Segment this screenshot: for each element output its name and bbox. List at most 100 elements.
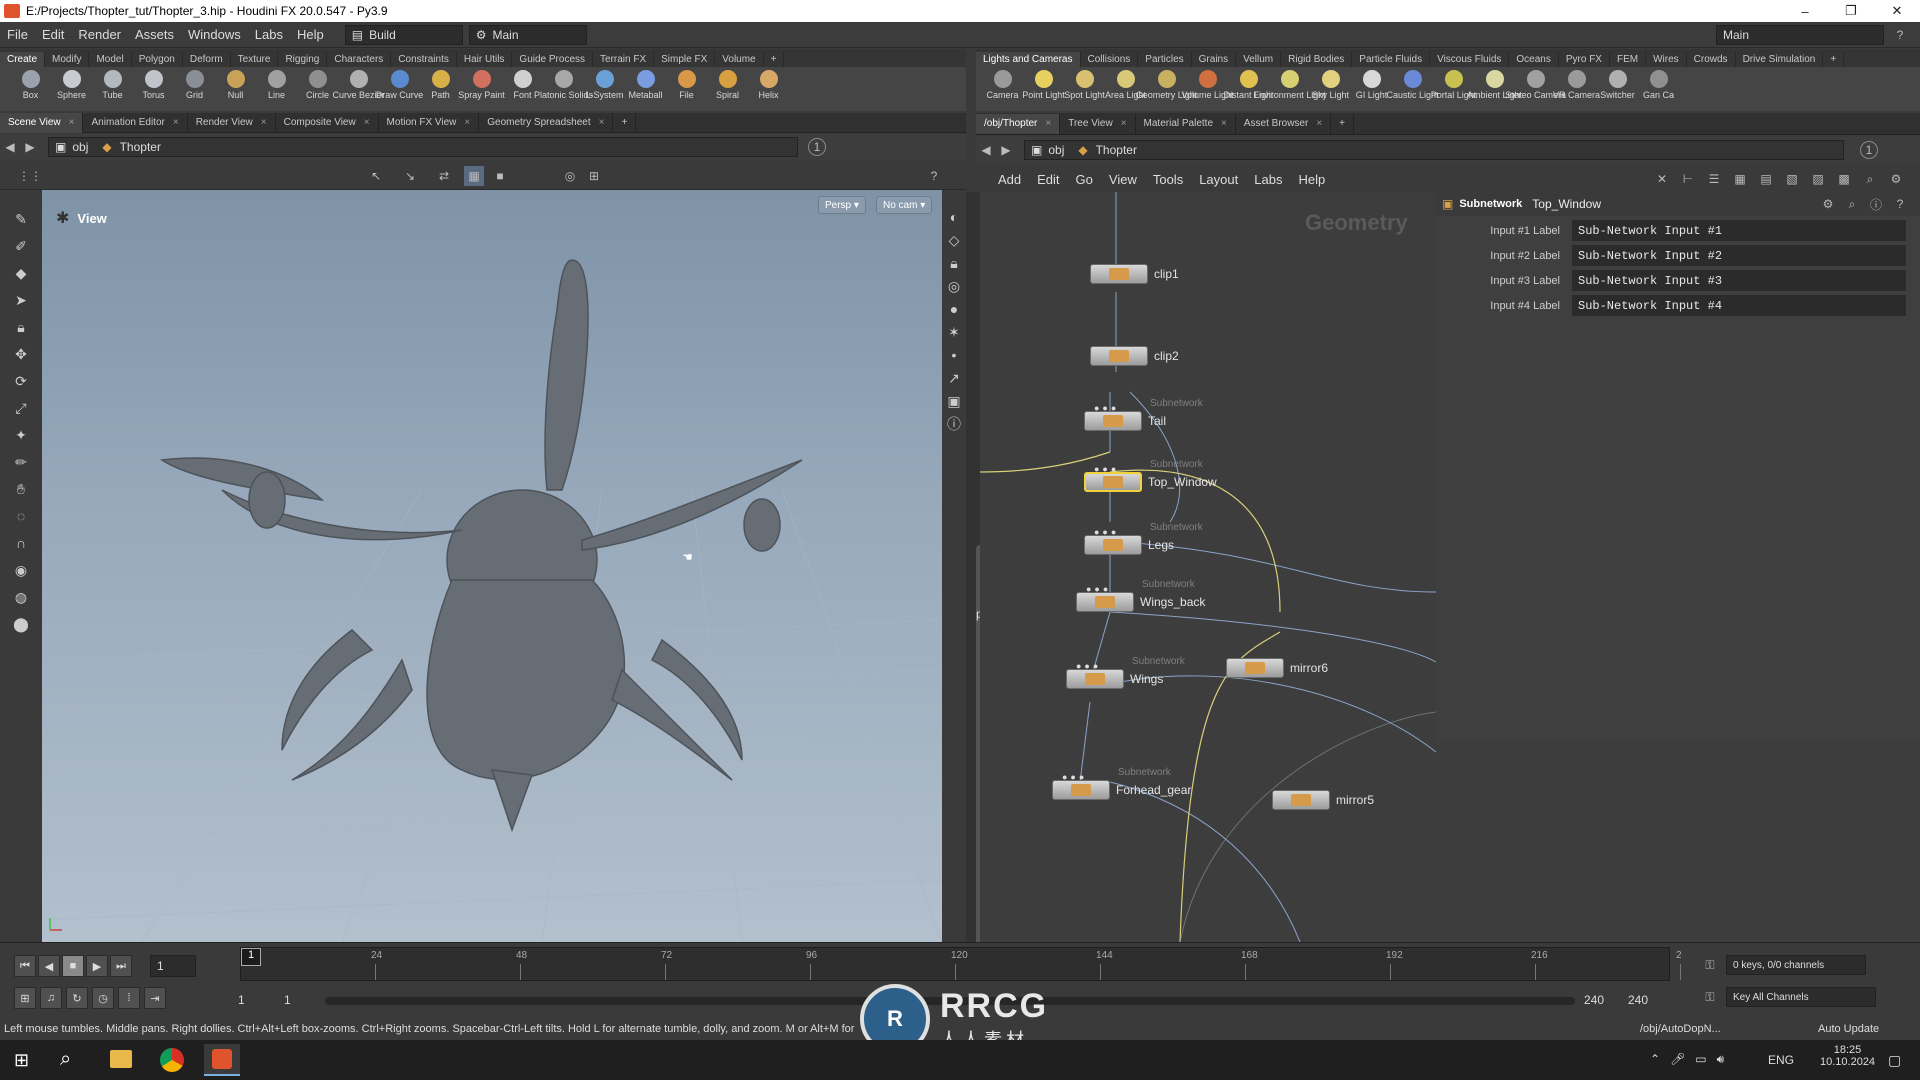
param-help-icon[interactable]: ?: [1890, 194, 1910, 214]
scale-tool-icon[interactable]: ⤢: [6, 396, 36, 420]
shelf-tab-collisions[interactable]: Collisions: [1081, 52, 1139, 67]
node-body[interactable]: [1226, 658, 1284, 678]
menu-edit[interactable]: Edit: [35, 27, 71, 42]
close-tab-icon[interactable]: ×: [261, 117, 267, 128]
shelf-tab-crowds[interactable]: Crowds: [1687, 52, 1736, 67]
pane-tab-animation-editor[interactable]: Animation Editor ×: [83, 112, 188, 133]
tool-torus[interactable]: Torus: [133, 67, 174, 100]
tool-box[interactable]: Box: [10, 67, 51, 100]
net-menu-go[interactable]: Go: [1068, 172, 1101, 187]
tool-platonic-solids[interactable]: Platonic Solids: [534, 67, 593, 100]
param-input-1[interactable]: Sub-Network Input #1: [1572, 220, 1906, 241]
shelf-tab-grains[interactable]: Grains: [1192, 52, 1237, 67]
net-menu-add[interactable]: Add: [990, 172, 1029, 187]
view-tool-icon[interactable]: ◉: [6, 558, 36, 582]
tool-vr-camera[interactable]: VR Camera: [1553, 67, 1600, 100]
tool-tube[interactable]: Tube: [92, 67, 133, 100]
shelf-tab-texture[interactable]: Texture: [231, 52, 279, 67]
wrench-icon[interactable]: ✕: [1652, 169, 1672, 189]
light-icon[interactable]: ✶: [944, 322, 964, 342]
node-body[interactable]: [1084, 411, 1142, 431]
node-forhead-gear[interactable]: Forhead_gear Subnetwork ●●●: [1052, 767, 1191, 800]
info-icon[interactable]: ⓘ: [944, 414, 964, 434]
shelf-tab-volume[interactable]: Volume: [715, 52, 764, 67]
menu-file[interactable]: File: [0, 27, 35, 42]
node-legs[interactable]: Legs Subnetwork ●●●: [1084, 522, 1203, 555]
param-input-4[interactable]: Sub-Network Input #4: [1572, 295, 1906, 316]
tool-draw-curve[interactable]: Draw Curve: [376, 67, 423, 100]
close-tab-icon[interactable]: ×: [69, 117, 75, 128]
select-object-icon[interactable]: ▦: [464, 166, 484, 186]
node-body[interactable]: [1084, 472, 1142, 492]
net-menu-view[interactable]: View: [1101, 172, 1145, 187]
render-tool-icon[interactable]: ◍: [6, 585, 36, 609]
tool-environment-light[interactable]: Environment Light: [1253, 67, 1326, 100]
language-indicator[interactable]: ENG: [1768, 1053, 1794, 1067]
shelf-tab-fem[interactable]: FEM: [1610, 52, 1647, 67]
frame-ruler[interactable]: 1 24 48 72 96 120 144 168 192 216 2: [240, 947, 1682, 981]
pin-icon[interactable]: 1: [808, 138, 826, 156]
shelf-tab-particle-fluids[interactable]: Particle Fluids: [1352, 52, 1431, 67]
camera-tool-icon[interactable]: ⬤: [6, 612, 36, 636]
node-mirror5[interactable]: mirror5: [1272, 790, 1374, 810]
loop-icon[interactable]: ↻: [66, 987, 88, 1009]
rotate-tool-icon[interactable]: ⟳: [6, 369, 36, 393]
tool-path[interactable]: Path: [420, 67, 461, 100]
menu-labs[interactable]: Labs: [248, 27, 290, 42]
select-edge-icon[interactable]: ↘: [400, 166, 420, 186]
windows-start-icon[interactable]: ⊞: [14, 1050, 29, 1071]
net-menu-tools[interactable]: Tools: [1145, 172, 1191, 187]
pane-tab-material-palette[interactable]: Material Palette ×: [1136, 113, 1236, 134]
notification-icon[interactable]: ▢: [1888, 1052, 1901, 1069]
tool-gan-ca[interactable]: Gan Ca: [1638, 67, 1679, 100]
tool-point-light[interactable]: Point Light: [1022, 67, 1065, 100]
main-combo[interactable]: ⚙ Main: [468, 24, 587, 45]
shelf-tab-viscous-fluids[interactable]: Viscous Fluids: [1430, 52, 1510, 67]
persp-menu[interactable]: Persp ▾: [818, 196, 866, 214]
volume-icon[interactable]: 🔊︎: [1717, 1052, 1725, 1067]
pane-tab--obj-thopter[interactable]: /obj/Thopter ×: [976, 113, 1061, 134]
add-shelf-tab-icon[interactable]: +: [1823, 52, 1845, 67]
tool-spiral[interactable]: Spiral: [707, 67, 748, 100]
shelf-tab-deform[interactable]: Deform: [183, 52, 231, 67]
grid-view-icon[interactable]: ▦: [1730, 169, 1750, 189]
node-mirror6[interactable]: mirror6: [1226, 658, 1328, 678]
range-end[interactable]: 240: [1584, 993, 1604, 1007]
settings-icon[interactable]: ⚙: [1886, 169, 1906, 189]
go-start-icon[interactable]: ⏮: [14, 955, 36, 977]
sculpt-tool-icon[interactable]: ◆: [6, 261, 36, 285]
close-tab-icon[interactable]: ×: [1316, 118, 1322, 129]
key-channels-icon[interactable]: ⚿: [1700, 987, 1720, 1007]
tool-volume-light[interactable]: Volume Light: [1181, 67, 1234, 100]
background-icon[interactable]: ▣: [944, 391, 964, 411]
shelf-tab-characters[interactable]: Characters: [327, 52, 392, 67]
menu-windows[interactable]: Windows: [181, 27, 248, 42]
snap-icon[interactable]: ◎: [560, 166, 580, 186]
key-icon[interactable]: ⚿: [1700, 955, 1720, 975]
close-tab-icon[interactable]: ×: [173, 117, 179, 128]
tool-stereo-camera[interactable]: Stereo Camera: [1505, 67, 1566, 100]
transform-tool-icon[interactable]: ✥: [6, 342, 36, 366]
fps-icon[interactable]: ⁞: [118, 987, 140, 1009]
shelf-tab-polygon[interactable]: Polygon: [132, 52, 183, 67]
list-icon[interactable]: ☰: [1704, 169, 1724, 189]
shelf-tab-wires[interactable]: Wires: [1646, 52, 1687, 67]
node-body[interactable]: [1076, 592, 1134, 612]
pane-tab-scene-view[interactable]: Scene View ×: [0, 112, 84, 133]
left-path-field[interactable]: ▣ obj ◆ Thopter: [48, 137, 798, 157]
node-body[interactable]: [1084, 535, 1142, 555]
pane-tab-composite-view[interactable]: Composite View ×: [276, 112, 379, 133]
range-start2[interactable]: 1: [284, 993, 291, 1007]
node-body[interactable]: [1272, 790, 1330, 810]
param-info-icon[interactable]: ⓘ: [1866, 194, 1886, 214]
search-icon[interactable]: ⌕: [1860, 169, 1880, 189]
scene-viewport[interactable]: ✱ View Persp ▾ No cam ▾ ☚: [42, 190, 942, 942]
net-menu-edit[interactable]: Edit: [1029, 172, 1067, 187]
tool-null[interactable]: Null: [215, 67, 256, 100]
lock-tool-icon[interactable]: 🔒︎: [6, 315, 36, 339]
back-icon[interactable]: ◀: [0, 137, 20, 157]
shelf-tab-constraints[interactable]: Constraints: [391, 52, 457, 67]
node-body[interactable]: [1090, 264, 1148, 284]
lock-camera-icon[interactable]: 🔒︎: [944, 253, 964, 273]
network-icon[interactable]: ▭: [1695, 1052, 1706, 1067]
